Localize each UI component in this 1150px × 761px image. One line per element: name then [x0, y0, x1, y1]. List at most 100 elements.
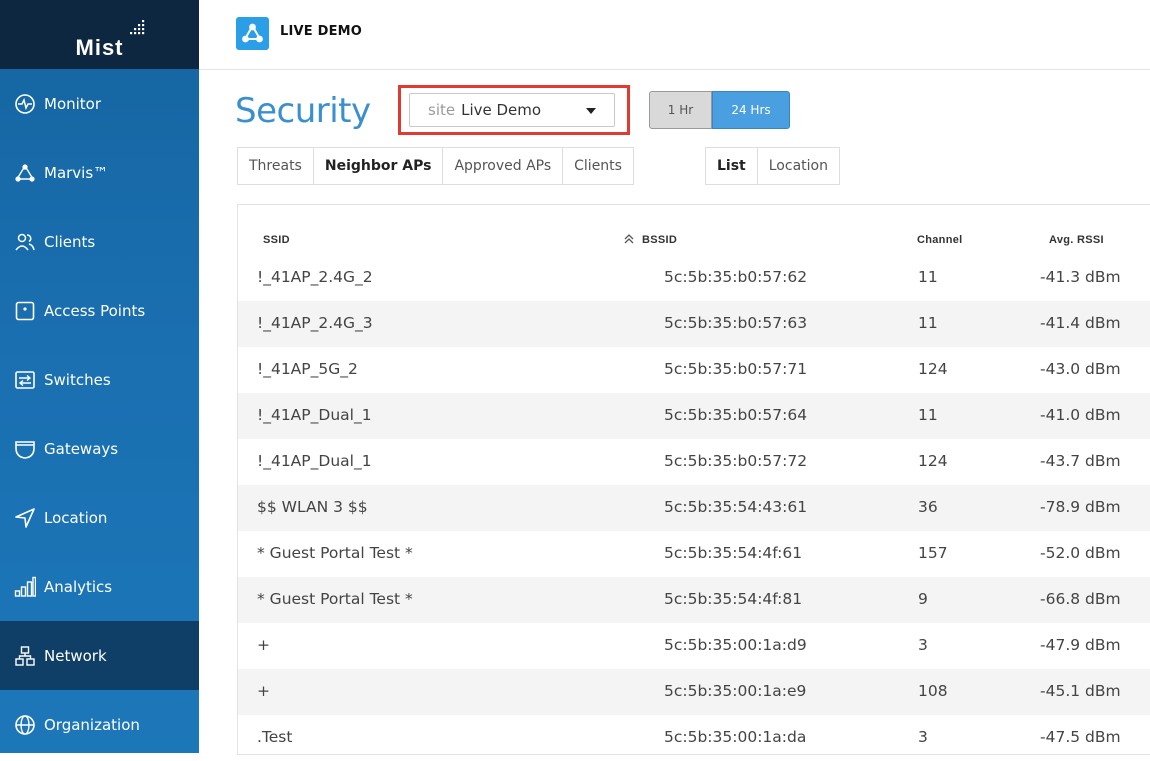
- cell-channel: 11: [918, 314, 938, 332]
- table-row[interactable]: !_41AP_2.4G_3 5c:5b:35:b0:57:63 11 -41.4 dB…: [238, 301, 1150, 347]
- site-selector-prefix: site: [428, 101, 456, 119]
- sidebar-item-analytics[interactable]: Analytics: [0, 552, 199, 621]
- sidebar-item-label: Network: [44, 646, 107, 665]
- cell-bssid: 5c:5b:35:b0:57:64: [664, 406, 808, 424]
- column-header-avg-rssi[interactable]: Avg. RSSI: [1049, 234, 1104, 246]
- cell-ssid: !_41AP_Dual_1: [257, 406, 372, 424]
- tab-neighbor-aps[interactable]: Neighbor APs: [312, 147, 444, 185]
- table-row[interactable]: * Guest Portal Test * 5c:5b:35:54:4f:81 9 -…: [238, 577, 1150, 623]
- table-row[interactable]: !_41AP_5G_2 5c:5b:35:b0:57:71 124 -43.0 dBm: [238, 347, 1150, 393]
- location-icon: [15, 507, 35, 528]
- sidebar-item-label: Monitor: [44, 94, 102, 113]
- cell-avg-rssi: -52.0 dBm: [1040, 544, 1121, 562]
- time-range-toggle: 1 Hr 24 Hrs: [649, 91, 790, 129]
- analytics-icon: [14, 576, 36, 597]
- sidebar-item-organization[interactable]: Organization: [0, 690, 199, 759]
- switch-icon: [15, 370, 35, 389]
- sidebar-item-gateways[interactable]: Gateways: [0, 414, 199, 483]
- cell-channel: 11: [918, 406, 938, 424]
- cell-ssid: !_41AP_2.4G_3: [257, 314, 373, 332]
- cell-avg-rssi: -43.7 dBm: [1040, 452, 1121, 470]
- table-row[interactable]: +5c:5b:35:00:1a:d9 3 -47.9 dBm: [238, 623, 1150, 669]
- organization-icon: [15, 714, 35, 735]
- table-row[interactable]: +5c:5b:35:00:1a:e9 108 -45.1 dBm: [238, 669, 1150, 715]
- cell-bssid: 5c:5b:35:00:1a:da: [664, 728, 807, 746]
- sidebar-item-label: Access Points: [44, 301, 146, 320]
- cell-ssid: !_41AP_5G_2: [257, 360, 358, 378]
- time-range-24hrs-button[interactable]: 24 Hrs: [712, 91, 790, 129]
- mist-logo-icon: [129, 20, 144, 35]
- cell-bssid: 5c:5b:35:00:1a:d9: [664, 636, 807, 654]
- sidebar-item-label: Analytics: [44, 577, 113, 596]
- sidebar-item-label: Location: [44, 508, 108, 527]
- sidebar-item-label: Switches: [44, 370, 111, 389]
- cell-channel: 124: [918, 360, 948, 378]
- cell-bssid: 5c:5b:35:54:4f:61: [664, 544, 803, 562]
- cell-channel: 3: [918, 728, 928, 746]
- sidebar: Mist Monitor Marvis™ Clients Access Poin…: [0, 0, 199, 753]
- site-selector-value: Live Demo: [461, 101, 542, 119]
- site-selector-highlight: site Live Demo: [398, 85, 630, 135]
- cell-avg-rssi: -43.0 dBm: [1040, 360, 1121, 378]
- column-header-bssid[interactable]: BSSID: [642, 234, 677, 246]
- cell-bssid: 5c:5b:35:54:4f:81: [664, 590, 803, 608]
- column-header-ssid[interactable]: SSID: [263, 234, 290, 246]
- cell-ssid: * Guest Portal Test *: [257, 590, 413, 608]
- time-range-1hr-button[interactable]: 1 Hr: [649, 91, 712, 129]
- tab-location[interactable]: Location: [756, 147, 840, 185]
- table-row[interactable]: * Guest Portal Test * 5c:5b:35:54:4f:61 15…: [238, 531, 1150, 577]
- table-row[interactable]: !_41AP_Dual_1 5c:5b:35:b0:57:64 11 -41.0 dB…: [238, 393, 1150, 439]
- logo[interactable]: Mist: [0, 0, 199, 69]
- caret-down-icon: [586, 108, 596, 114]
- sidebar-item-access-points[interactable]: Access Points: [0, 276, 199, 345]
- sidebar-item-clients[interactable]: Clients: [0, 207, 199, 276]
- tab-clients[interactable]: Clients: [562, 147, 634, 185]
- table-row[interactable]: !_41AP_2.4G_2 5c:5b:35:b0:57:62 11 -41.3 dB…: [238, 255, 1150, 301]
- cell-bssid: 5c:5b:35:b0:57:71: [664, 360, 808, 378]
- cell-avg-rssi: -78.9 dBm: [1040, 498, 1121, 516]
- cell-ssid: !_41AP_2.4G_2: [257, 268, 373, 286]
- cell-channel: 36: [918, 498, 938, 516]
- cell-channel: 11: [918, 268, 938, 286]
- sidebar-item-label: Gateways: [44, 439, 119, 458]
- tab-list[interactable]: List: [705, 147, 758, 185]
- cell-avg-rssi: -66.8 dBm: [1040, 590, 1121, 608]
- cell-channel: 124: [918, 452, 948, 470]
- sidebar-item-monitor[interactable]: Monitor: [0, 69, 199, 138]
- table-row[interactable]: .Test 5c:5b:35:00:1a:da 3 -47.5 dBm: [238, 715, 1150, 761]
- tab-approved-aps[interactable]: Approved APs: [442, 147, 564, 185]
- site-selector[interactable]: site Live Demo: [409, 93, 615, 127]
- logo-text: Mist: [75, 35, 124, 60]
- cell-avg-rssi: -47.9 dBm: [1040, 636, 1121, 654]
- cell-ssid: * Guest Portal Test *: [257, 544, 413, 562]
- org-icon: [242, 23, 263, 43]
- sidebar-item-marvis[interactable]: Marvis™: [0, 138, 199, 207]
- sidebar-item-network[interactable]: Network: [0, 621, 199, 690]
- cell-avg-rssi: -41.3 dBm: [1040, 268, 1121, 286]
- gateway-icon: [15, 440, 35, 459]
- neighbor-aps-table: SSID BSSID Channel Avg. RSSI !_41AP_2.4G…: [237, 204, 1150, 755]
- cell-bssid: 5c:5b:35:b0:57:72: [664, 452, 808, 470]
- cell-channel: 3: [918, 636, 928, 654]
- network-icon: [15, 645, 35, 666]
- org-name[interactable]: LIVE DEMO: [280, 24, 362, 39]
- cell-ssid: +: [257, 682, 270, 700]
- org-switcher[interactable]: [236, 17, 269, 50]
- sort-ascending-icon[interactable]: [623, 233, 635, 245]
- table-row[interactable]: !_41AP_Dual_1 5c:5b:35:b0:57:72 124 -43.7 d…: [238, 439, 1150, 485]
- cell-ssid: +: [257, 636, 270, 654]
- security-tabs: Threats Neighbor APs Approved APs Client…: [237, 147, 634, 185]
- clients-icon: [15, 233, 35, 250]
- table-row[interactable]: $$ WLAN 3 $$ 5c:5b:35:54:43:61 36 -78.9 dBm: [238, 485, 1150, 531]
- cell-channel: 157: [918, 544, 948, 562]
- cell-avg-rssi: -41.0 dBm: [1040, 406, 1121, 424]
- sidebar-item-switches[interactable]: Switches: [0, 345, 199, 414]
- cell-ssid: !_41AP_Dual_1: [257, 452, 372, 470]
- sidebar-item-label: Clients: [44, 232, 96, 251]
- cell-avg-rssi: -45.1 dBm: [1040, 682, 1121, 700]
- cell-bssid: 5c:5b:35:b0:57:62: [664, 268, 808, 286]
- tab-threats[interactable]: Threats: [237, 147, 314, 185]
- page-title: Security: [235, 91, 371, 131]
- column-header-channel[interactable]: Channel: [917, 234, 963, 246]
- sidebar-item-location[interactable]: Location: [0, 483, 199, 552]
